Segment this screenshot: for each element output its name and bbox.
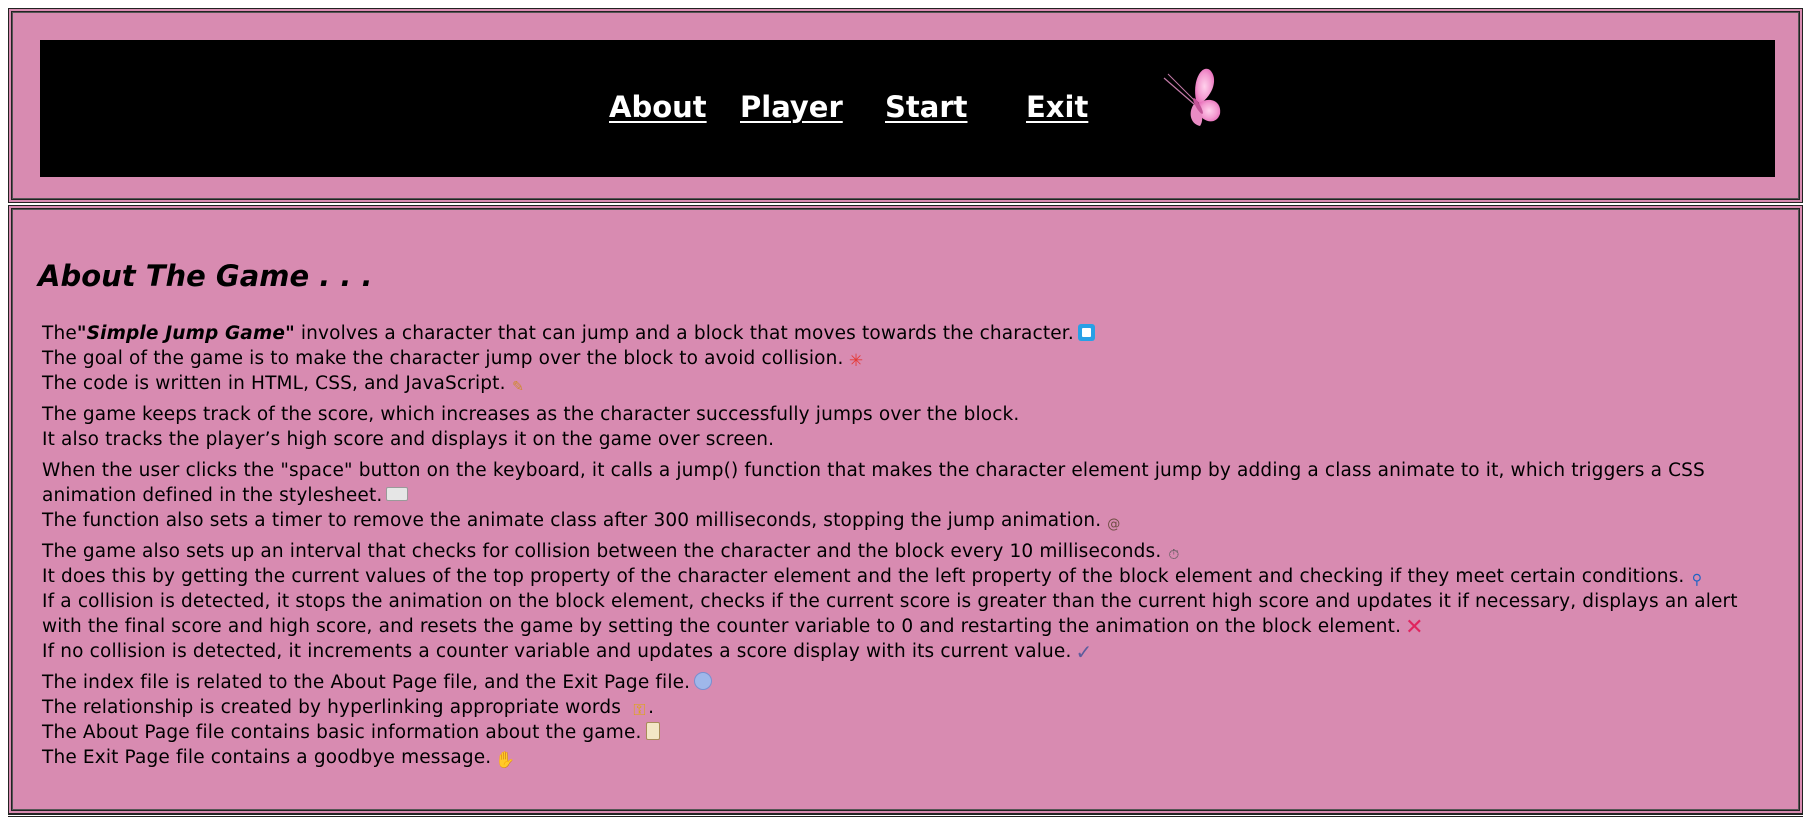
header-frame: About Player Start Exit	[8, 8, 1803, 203]
index-file-text: The index file is related to the About P…	[42, 672, 691, 693]
cross-mark-icon: ✕	[1405, 615, 1424, 640]
intro-line-goal: The goal of the game is to make the char…	[42, 346, 1782, 371]
index-file-line: The index file is related to the About P…	[42, 670, 1782, 695]
intro-rest: involves a character that can jump and a…	[294, 323, 1074, 344]
page: About Player Start Exit About The Game .…	[0, 0, 1811, 824]
about-page-line: The About Page file contains basic infor…	[42, 720, 1782, 745]
game-name: "Simple Jump Game"	[76, 323, 295, 344]
content-frame: About The Game . . . The"Simple Jump Gam…	[8, 205, 1803, 814]
intro-line-game-description: The"Simple Jump Game" involves a charact…	[42, 321, 1782, 346]
paragraph-intro: The"Simple Jump Game" involves a charact…	[42, 321, 1782, 396]
nav-link-about[interactable]: About	[609, 90, 707, 124]
globe-icon	[694, 672, 713, 690]
no-collision-text: If no collision is detected, it incremen…	[42, 641, 1072, 662]
high-score-line: It also tracks the player’s high score a…	[42, 429, 775, 450]
navbar: About Player Start Exit	[40, 40, 1775, 177]
key-icon: ⚿	[633, 700, 646, 719]
collision-detected-text: If a collision is detected, it stops the…	[42, 591, 1738, 637]
timer-text: The function also sets a timer to remove…	[42, 510, 1102, 531]
relationship-period: .	[648, 697, 655, 718]
score-line: The game keeps track of the score, which…	[42, 404, 1020, 425]
relationship-text: The relationship is created by hyperlink…	[42, 697, 628, 718]
paragraph-jump: When the user clicks the "space" button …	[42, 458, 1782, 533]
no-collision-line: If no collision is detected, it incremen…	[42, 639, 1782, 664]
anger-symbol-icon: ✳	[848, 351, 864, 371]
butterfly-icon	[1163, 68, 1221, 126]
nav-link-start[interactable]: Start	[885, 90, 967, 124]
goal-text: The goal of the game is to make the char…	[42, 348, 844, 369]
jump-text: When the user clicks the "space" button …	[42, 460, 1705, 506]
exit-page-line: The Exit Page file contains a goodbye me…	[42, 745, 1782, 770]
paragraph-score: The game keeps track of the score, which…	[42, 402, 1782, 452]
nav-link-exit[interactable]: Exit	[1026, 90, 1088, 124]
blue-square-icon	[1077, 324, 1095, 341]
bottom-border	[8, 814, 1803, 824]
stopwatch-icon: ⏱	[1168, 547, 1180, 563]
paragraph-files: The index file is related to the About P…	[42, 670, 1782, 770]
waving-hand-icon: ✋	[495, 750, 516, 769]
memo-icon: ✎	[512, 379, 525, 395]
intro-prefix: The	[42, 323, 77, 344]
interval-line: The game also sets up an interval that c…	[42, 539, 1782, 564]
clipboard-icon	[645, 722, 660, 740]
interval-text: The game also sets up an interval that c…	[42, 541, 1162, 562]
snail-icon: @	[1107, 517, 1121, 532]
intro-line-code: The code is written in HTML, CSS, and Ja…	[42, 371, 1782, 396]
check-mark-icon: ✓	[1075, 640, 1093, 664]
keyboard-icon	[386, 487, 409, 501]
collision-detected-line: If a collision is detected, it stops the…	[42, 589, 1782, 639]
code-text: The code is written in HTML, CSS, and Ja…	[42, 373, 506, 394]
about-page-text: The About Page file contains basic infor…	[42, 722, 642, 743]
nav-link-player[interactable]: Player	[740, 90, 843, 124]
jump-line: When the user clicks the "space" button …	[42, 458, 1782, 508]
exit-page-text: The Exit Page file contains a goodbye me…	[42, 747, 492, 768]
conditions-text: It does this by getting the current valu…	[42, 566, 1685, 587]
page-title: About The Game . . .	[38, 259, 373, 293]
timer-line: The function also sets a timer to remove…	[42, 508, 1782, 533]
magnifier-icon: ⚲	[1691, 572, 1703, 588]
conditions-line: It does this by getting the current valu…	[42, 564, 1782, 589]
about-body: The"Simple Jump Game" involves a charact…	[42, 321, 1782, 770]
relationship-line: The relationship is created by hyperlink…	[42, 695, 1782, 720]
paragraph-collision: The game also sets up an interval that c…	[42, 539, 1782, 664]
